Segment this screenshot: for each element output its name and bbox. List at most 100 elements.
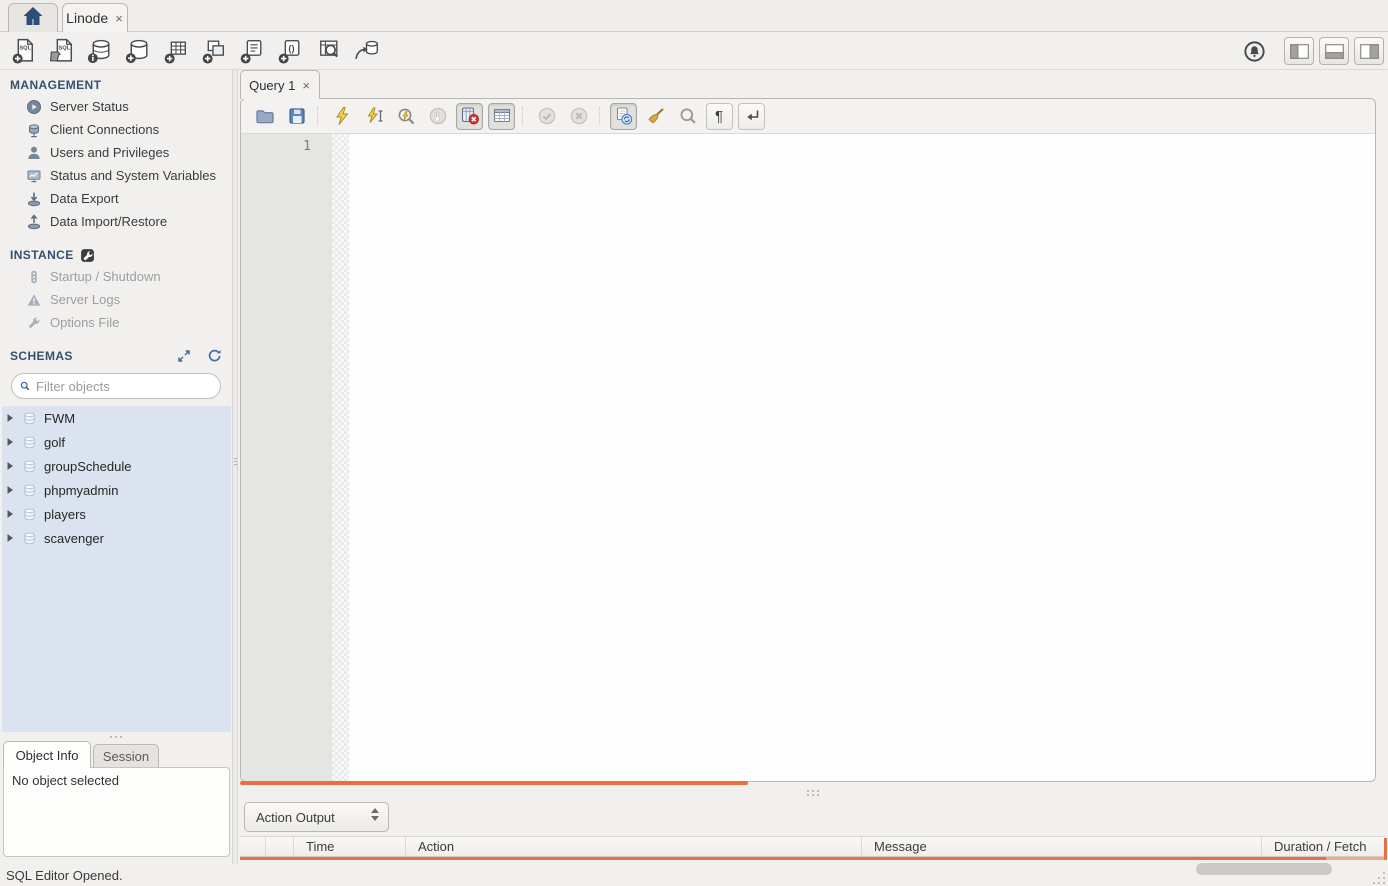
schema-row-phpmyadmin[interactable]: phpmyadmin — [2, 478, 231, 502]
refresh-schemas-icon[interactable] — [207, 349, 222, 363]
schema-row-groupschedule[interactable]: groupSchedule — [2, 454, 231, 478]
window-resize-grip[interactable] — [1373, 869, 1385, 884]
reconnect-database-button[interactable] — [347, 35, 385, 67]
execute-current-button[interactable] — [360, 103, 387, 130]
column-duration[interactable]: Duration / Fetch — [1262, 837, 1384, 856]
sidebar-item-startup-shutdown[interactable]: Startup / Shutdown — [0, 265, 232, 288]
column-index[interactable] — [266, 837, 294, 856]
expand-schemas-icon[interactable] — [177, 349, 191, 363]
open-file-icon — [254, 105, 276, 127]
save-script-button[interactable] — [283, 103, 310, 130]
limit-rows-button[interactable] — [488, 103, 515, 130]
expander-icon[interactable] — [6, 485, 15, 495]
sidebar-item-data-export[interactable]: Data Export — [0, 187, 232, 210]
tab-home[interactable] — [8, 3, 58, 32]
toggle-autocommit-button[interactable] — [610, 103, 637, 130]
data-export-icon — [26, 191, 42, 207]
sidebar-item-data-import[interactable]: Data Import/Restore — [0, 210, 232, 233]
sidebar-item-options-file[interactable]: Options File — [0, 311, 232, 334]
output-splitter[interactable] — [238, 786, 1388, 800]
open-script-button[interactable] — [251, 103, 278, 130]
column-action[interactable]: Action — [406, 837, 862, 856]
sidebar-item-users-privileges[interactable]: Users and Privileges — [0, 141, 232, 164]
new-sql-script-button[interactable]: SQL — [5, 35, 43, 67]
instance-section-header: INSTANCE — [0, 245, 232, 265]
stop-button[interactable] — [424, 103, 451, 130]
schema-row-scavenger[interactable]: scavenger — [2, 526, 231, 550]
server-logs-icon — [26, 292, 42, 308]
column-time[interactable]: Time — [294, 837, 406, 856]
output-scrollbar-trough — [1326, 857, 1384, 860]
schema-row-fwm[interactable]: FWM — [2, 406, 231, 430]
column-status[interactable] — [240, 837, 266, 856]
create-table-icon — [162, 36, 191, 65]
toggle-secondary-sidebar-button[interactable] — [1354, 37, 1384, 65]
expander-icon[interactable] — [6, 437, 15, 447]
schema-name: FWM — [44, 411, 75, 426]
create-schema-button[interactable] — [119, 35, 157, 67]
commit-button[interactable] — [533, 103, 560, 130]
create-view-button[interactable] — [195, 35, 233, 67]
tab-session[interactable]: Session — [93, 744, 159, 768]
output-view-selector[interactable]: Action Output — [244, 802, 389, 832]
expander-icon[interactable] — [6, 533, 15, 543]
query-editor: ¶ 1 — [240, 98, 1376, 782]
open-sql-script-button[interactable]: SQL — [43, 35, 81, 67]
schema-filter-input[interactable] — [36, 379, 212, 394]
output-horizontal-scrollbar[interactable] — [240, 857, 1326, 860]
create-function-button[interactable]: () — [271, 35, 309, 67]
tab-connection[interactable]: Linode × — [62, 3, 128, 32]
create-schema-icon — [124, 36, 153, 65]
open-sql-script-icon: SQL — [48, 36, 77, 65]
notifications-icon[interactable] — [1242, 39, 1267, 64]
toggle-sidebar-button[interactable] — [1284, 37, 1314, 65]
toggle-stop-on-error-button[interactable] — [456, 103, 483, 130]
output-selector-label: Action Output — [256, 810, 335, 825]
close-icon[interactable]: × — [114, 12, 124, 25]
connection-tab-label: Linode — [66, 10, 108, 26]
create-function-icon: () — [276, 36, 305, 65]
explain-button[interactable] — [392, 103, 419, 130]
sidebar-item-status-system-variables[interactable]: Status and System Variables — [0, 164, 232, 187]
sidebar-item-server-status[interactable]: Server Status — [0, 95, 232, 118]
expander-icon[interactable] — [6, 461, 15, 471]
expander-icon[interactable] — [6, 413, 15, 423]
sidebar-item-client-connections[interactable]: Client Connections — [0, 118, 232, 141]
find-button[interactable] — [674, 103, 701, 130]
toggle-wrap-button[interactable] — [738, 103, 765, 130]
tab-query-1[interactable]: Query 1 × — [240, 70, 320, 99]
sidebar-item-server-logs[interactable]: Server Logs — [0, 288, 232, 311]
schema-row-players[interactable]: players — [2, 502, 231, 526]
svg-text:SQL: SQL — [58, 45, 70, 51]
toolbar-separator — [317, 107, 321, 125]
schema-name: groupSchedule — [44, 459, 131, 474]
db-inspector-button[interactable] — [81, 35, 119, 67]
create-table-button[interactable] — [157, 35, 195, 67]
tab-object-info[interactable]: Object Info — [3, 741, 91, 768]
sql-text-area[interactable] — [349, 134, 1375, 781]
schema-filter[interactable] — [11, 373, 221, 399]
save-icon — [286, 105, 308, 127]
editor-horizontal-scrollbar[interactable] — [240, 781, 748, 785]
editor-body: 1 — [241, 134, 1375, 781]
execute-button[interactable] — [328, 103, 355, 130]
column-message[interactable]: Message — [862, 837, 1262, 856]
sidebar-item-label: Options File — [50, 315, 119, 330]
rollback-button[interactable] — [565, 103, 592, 130]
create-procedure-button[interactable] — [233, 35, 271, 67]
beautify-button[interactable] — [642, 103, 669, 130]
sidebar-item-label: Client Connections — [50, 122, 159, 137]
expander-icon[interactable] — [6, 509, 15, 519]
action-output-header: Time Action Message Duration / Fetch — [240, 836, 1384, 857]
schema-tree: FWM golf groupSchedule phpmyadmin player — [2, 406, 231, 732]
create-view-icon — [200, 36, 229, 65]
schema-row-golf[interactable]: golf — [2, 430, 231, 454]
main-horizontal-scrollbar-thumb[interactable] — [1196, 863, 1332, 875]
sidebar-splitter[interactable] — [0, 732, 232, 741]
toggle-output-area-button[interactable] — [1319, 37, 1349, 65]
show-invisibles-button[interactable]: ¶ — [706, 103, 733, 130]
close-icon[interactable]: × — [301, 79, 311, 92]
search-table-data-button[interactable] — [309, 35, 347, 67]
output-vertical-scrollbar[interactable] — [1384, 838, 1387, 860]
toolbar-separator — [522, 107, 526, 125]
